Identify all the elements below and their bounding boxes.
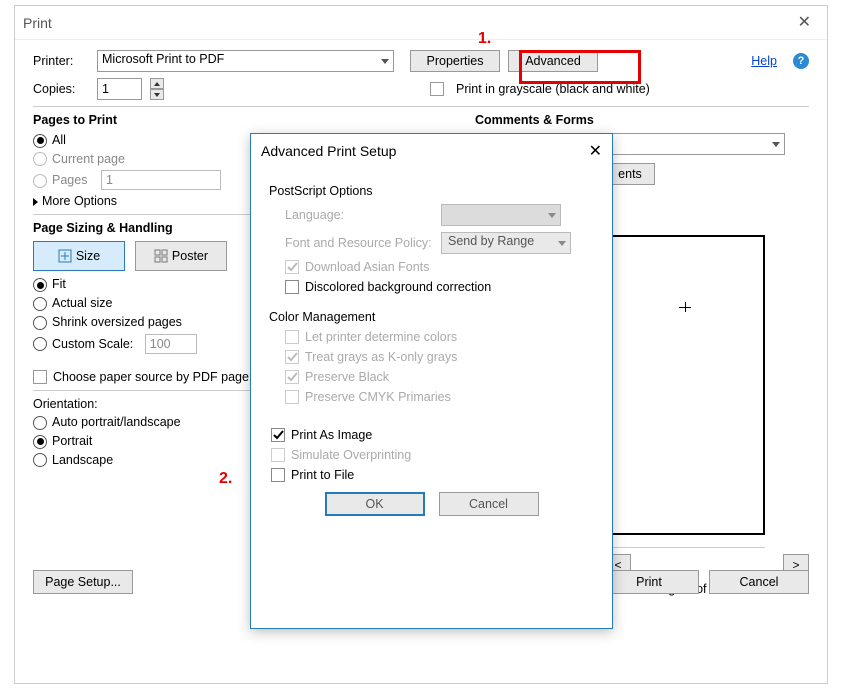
- spinner-down-icon: [150, 89, 164, 100]
- adv-title: Advanced Print Setup: [261, 143, 396, 159]
- spinner-up-icon: [150, 78, 164, 89]
- discolored-label: Discolored background correction: [305, 280, 491, 294]
- advanced-print-setup-dialog: Advanced Print Setup ✕ PostScript Option…: [250, 133, 613, 629]
- page-setup-button[interactable]: Page Setup...: [33, 570, 133, 594]
- print-preview: [605, 235, 765, 535]
- help-link[interactable]: Help: [751, 54, 777, 68]
- font-policy-select: Send by Range: [441, 232, 571, 254]
- discolored-checkbox[interactable]: [285, 280, 299, 294]
- treat-grays-checkbox: [285, 350, 299, 364]
- print-button[interactable]: Print: [599, 570, 699, 594]
- properties-button[interactable]: Properties: [410, 50, 500, 72]
- language-select: [441, 204, 561, 226]
- simulate-op-label: Simulate Overprinting: [291, 448, 411, 462]
- advanced-button[interactable]: Advanced: [508, 50, 598, 72]
- font-policy-label: Font and Resource Policy:: [285, 236, 435, 250]
- size-tab[interactable]: Size: [33, 241, 125, 271]
- let-printer-label: Let printer determine colors: [305, 330, 457, 344]
- copies-spinner[interactable]: [150, 78, 164, 100]
- grayscale-label: Print in grayscale (black and white): [456, 82, 650, 96]
- preserve-cmyk-checkbox: [285, 390, 299, 404]
- poster-tab[interactable]: Poster: [135, 241, 227, 271]
- print-to-file-label: Print to File: [291, 468, 354, 482]
- comments-forms-heading: Comments & Forms: [475, 113, 809, 127]
- pages-to-print-heading: Pages to Print: [33, 113, 463, 127]
- window-title: Print: [23, 6, 52, 40]
- close-icon[interactable]: ✕: [790, 6, 819, 40]
- pages-range-input[interactable]: [101, 170, 221, 190]
- preserve-cmyk-label: Preserve CMYK Primaries: [305, 390, 451, 404]
- color-mgmt-heading: Color Management: [269, 310, 594, 324]
- grayscale-checkbox[interactable]: [430, 82, 444, 96]
- title-bar: Print ✕: [15, 6, 827, 40]
- copies-input[interactable]: [97, 78, 142, 100]
- preserve-black-label: Preserve Black: [305, 370, 389, 384]
- poster-icon: [154, 249, 168, 263]
- preserve-black-checkbox: [285, 370, 299, 384]
- size-icon: [58, 249, 72, 263]
- custom-scale-input[interactable]: [145, 334, 197, 354]
- print-as-image-label: Print As Image: [291, 428, 372, 442]
- help-icon[interactable]: ?: [793, 53, 809, 69]
- adv-ok-button[interactable]: OK: [325, 492, 425, 516]
- postscript-heading: PostScript Options: [269, 184, 594, 198]
- printer-label: Printer:: [33, 54, 89, 68]
- annotation-1: 1.: [478, 30, 491, 48]
- let-printer-checkbox: [285, 330, 299, 344]
- print-as-image-checkbox[interactable]: [271, 428, 285, 442]
- preview-cross-icon: [679, 307, 691, 308]
- dl-asian-label: Download Asian Fonts: [305, 260, 429, 274]
- language-label: Language:: [285, 208, 435, 222]
- adv-title-bar: Advanced Print Setup ✕: [251, 134, 612, 168]
- printer-select[interactable]: Microsoft Print to PDF: [97, 50, 394, 72]
- adv-close-icon[interactable]: ✕: [589, 141, 602, 161]
- dl-asian-checkbox: [285, 260, 299, 274]
- cancel-button[interactable]: Cancel: [709, 570, 809, 594]
- sizing-heading: Page Sizing & Handling: [33, 221, 173, 235]
- treat-grays-label: Treat grays as K-only grays: [305, 350, 457, 364]
- adv-cancel-button[interactable]: Cancel: [439, 492, 539, 516]
- print-to-file-checkbox[interactable]: [271, 468, 285, 482]
- simulate-op-checkbox: [271, 448, 285, 462]
- annotation-2: 2.: [219, 470, 232, 488]
- copies-label: Copies:: [33, 82, 89, 96]
